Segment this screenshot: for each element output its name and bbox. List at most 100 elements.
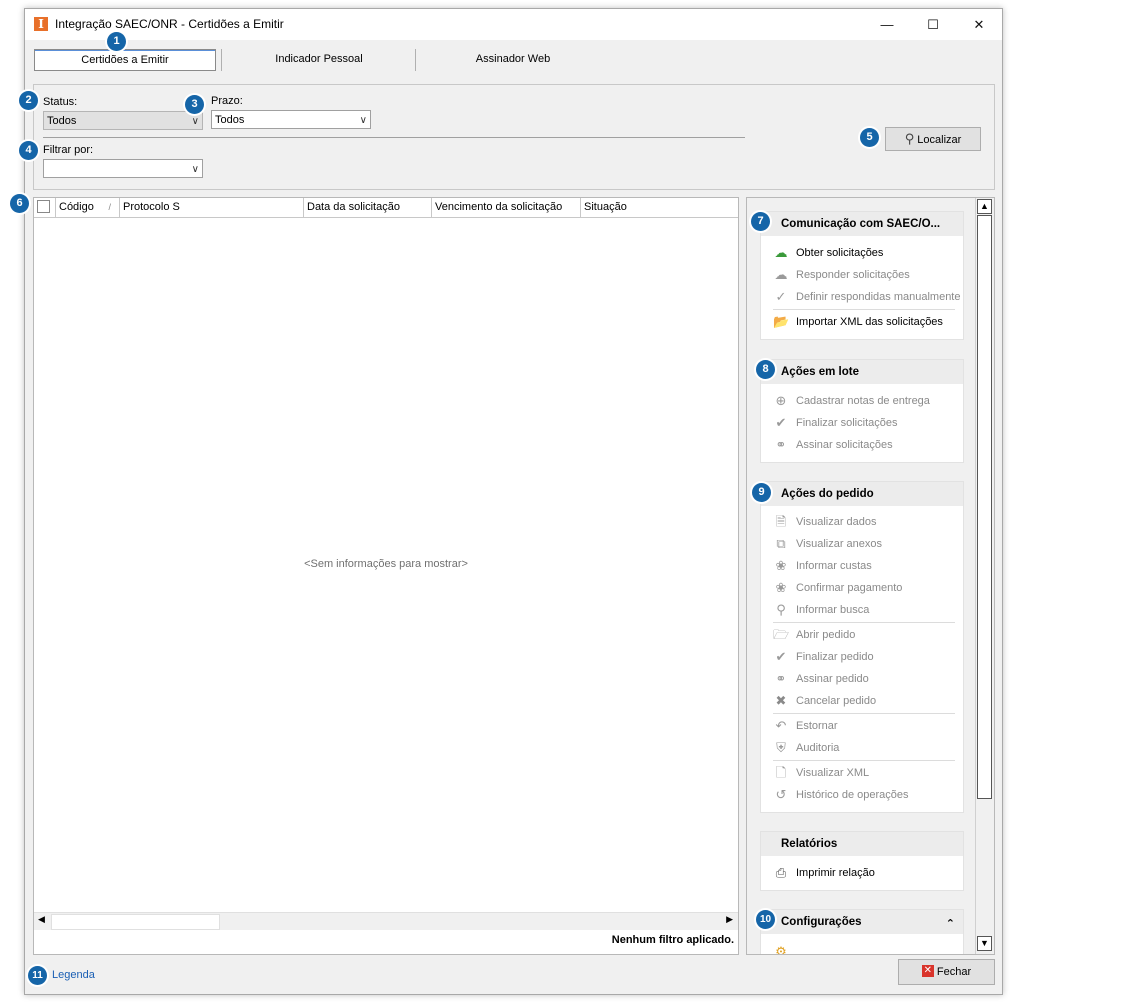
config-item-partial: ⚙ <box>761 934 963 954</box>
filtrar-select[interactable]: ∨ <box>43 159 203 178</box>
action-label: Informar busca <box>796 604 870 616</box>
filter-panel: Status: Todos ∨ Prazo: Todos ∨ Filtrar p… <box>33 84 995 190</box>
action-definir-respondidas[interactable]: ✓ Definir respondidas manualmente <box>761 286 963 308</box>
scroll-thumb[interactable] <box>977 215 992 799</box>
minimize-button[interactable]: — <box>864 9 910 40</box>
group-configuracoes-title[interactable]: Configurações ⌃ <box>761 910 963 934</box>
fechar-button[interactable]: ✕ Fechar <box>898 959 995 985</box>
window-title: Integração SAEC/ONR - Certidões a Emitir <box>55 17 284 31</box>
action-obter-solicitacoes[interactable]: ☁ Obter solicitações <box>761 242 963 264</box>
prazo-select[interactable]: Todos ∨ <box>211 110 371 129</box>
collapse-icon[interactable]: ⌃ <box>946 912 955 936</box>
close-window-button[interactable]: ✕ <box>956 9 1002 40</box>
x-circle-icon: ✖ <box>775 693 787 708</box>
action-label: Definir respondidas manualmente <box>796 291 961 303</box>
action-assinar-pedido[interactable]: ⚭ Assinar pedido <box>761 668 963 690</box>
action-label: Auditoria <box>796 742 840 754</box>
annotation-badge-11: 11 <box>28 966 47 985</box>
localizar-button[interactable]: ⚲ Localizar <box>885 127 981 151</box>
action-label: Assinar pedido <box>796 673 869 685</box>
action-visualizar-xml[interactable]: 🗋 Visualizar XML <box>761 762 963 784</box>
close-icon: ✕ <box>921 965 934 978</box>
group-acoes-lote-title[interactable]: Ações em lote <box>761 360 963 384</box>
action-label: Confirmar pagamento <box>796 582 903 594</box>
check-circle-icon: ✔ <box>775 415 787 430</box>
tab-certidoes-a-emitir[interactable]: Certidões a Emitir <box>34 49 216 71</box>
filter-status-text: Nenhum filtro aplicado. <box>611 934 734 946</box>
annotation-badge-7: 7 <box>751 212 770 231</box>
scroll-up-icon[interactable]: ▲ <box>977 199 992 214</box>
action-label: Finalizar solicitações <box>796 417 898 429</box>
scroll-left-icon[interactable]: ◀ <box>38 914 45 925</box>
select-all-checkbox[interactable] <box>37 199 50 213</box>
column-header-situacao[interactable]: Situação <box>581 198 738 217</box>
annotation-badge-5: 5 <box>860 128 879 147</box>
action-label: Cadastrar notas de entrega <box>796 395 930 407</box>
annotation-badge-4: 4 <box>19 141 38 160</box>
horizontal-scrollbar[interactable]: ◀ ▶ <box>34 912 738 930</box>
ribbon-icon: ⚭ <box>775 437 787 452</box>
fechar-label: Fechar <box>936 966 972 978</box>
status-select[interactable]: Todos ∨ <box>43 111 203 130</box>
title-bar: I Integração SAEC/ONR - Certidões a Emit… <box>25 9 1002 40</box>
action-abrir-pedido[interactable]: 🗁 Abrir pedido <box>761 624 963 646</box>
action-estornar[interactable]: ↶ Estornar <box>761 715 963 737</box>
action-auditoria[interactable]: ⛨ Auditoria <box>761 737 963 759</box>
attachments-icon: ⧉ <box>776 536 786 551</box>
scroll-thumb[interactable] <box>51 914 220 930</box>
action-visualizar-anexos[interactable]: ⧉ Visualizar anexos <box>761 533 963 555</box>
action-finalizar-pedido[interactable]: ✔ Finalizar pedido <box>761 646 963 668</box>
check-circle-icon: ✔ <box>775 649 787 664</box>
action-label: Estornar <box>796 720 838 732</box>
action-confirmar-pagamento[interactable]: ❀ Confirmar pagamento <box>761 577 963 599</box>
folder-open-icon: 🗁 <box>773 627 790 642</box>
filtrar-label: Filtrar por: <box>43 144 94 156</box>
shield-icon: ⛨ <box>776 740 786 755</box>
action-label: Informar custas <box>796 560 872 572</box>
main-window: I Integração SAEC/ONR - Certidões a Emit… <box>24 8 1003 995</box>
column-header-data-solicitacao[interactable]: Data da solicitação <box>304 198 432 217</box>
select-all-cell <box>34 198 56 217</box>
action-assinar-solicitacoes[interactable]: ⚭ Assinar solicitações <box>761 434 963 456</box>
xml-document-icon: 🗋 <box>775 765 787 780</box>
action-responder-solicitacoes[interactable]: ☁ Responder solicitações <box>761 264 963 286</box>
group-acoes-pedido-title[interactable]: Ações do pedido <box>761 482 963 506</box>
action-label: Finalizar pedido <box>796 651 874 663</box>
action-importar-xml[interactable]: 📂 Importar XML das solicitações <box>761 311 963 333</box>
action-historico-operacoes[interactable]: ↺ Histórico de operações <box>761 784 963 806</box>
tag-icon: ❀ <box>775 558 787 573</box>
scroll-down-icon[interactable]: ▼ <box>977 936 992 951</box>
action-cancelar-pedido[interactable]: ✖ Cancelar pedido <box>761 690 963 712</box>
action-imprimir-relacao[interactable]: ⎙ Imprimir relação <box>761 862 963 884</box>
tab-separator <box>415 49 416 71</box>
action-visualizar-dados[interactable]: 🗎 Visualizar dados <box>761 511 963 533</box>
annotation-badge-1: 1 <box>107 32 126 51</box>
legenda-link[interactable]: Legenda <box>52 969 95 981</box>
tab-assinador-web[interactable]: Assinador Web <box>417 49 609 69</box>
action-label: Obter solicitações <box>796 247 884 259</box>
action-informar-busca[interactable]: ⚲ Informar busca <box>761 599 963 621</box>
group-relatorios-title[interactable]: Relatórios <box>761 832 963 856</box>
cloud-upload-icon: ☁ <box>774 267 788 282</box>
localizar-label: Localizar <box>917 134 962 146</box>
action-label: Visualizar anexos <box>796 538 883 550</box>
group-comunicacao-title[interactable]: Comunicação com SAEC/O... <box>761 212 963 236</box>
chevron-down-icon: ∨ <box>191 164 199 175</box>
results-grid[interactable]: Código / Protocolo S Data da solicitação… <box>33 197 739 955</box>
action-label: Visualizar dados <box>796 516 877 528</box>
scroll-right-icon[interactable]: ▶ <box>726 914 733 925</box>
action-label: Cancelar pedido <box>796 695 877 707</box>
action-informar-custas[interactable]: ❀ Informar custas <box>761 555 963 577</box>
column-header-codigo[interactable]: Código / <box>56 198 120 217</box>
vertical-scrollbar[interactable]: ▲ ▼ <box>975 198 994 954</box>
action-label: Imprimir relação <box>796 867 875 879</box>
column-header-protocolo[interactable]: Protocolo S <box>120 198 304 217</box>
tab-indicador-pessoal[interactable]: Indicador Pessoal <box>225 49 413 69</box>
folder-import-icon: 📂 <box>773 314 790 329</box>
filter-divider <box>43 137 745 138</box>
action-cadastrar-notas[interactable]: ⊕ Cadastrar notas de entrega <box>761 390 963 412</box>
action-finalizar-solicitacoes[interactable]: ✔ Finalizar solicitações <box>761 412 963 434</box>
column-header-vencimento[interactable]: Vencimento da solicitação <box>432 198 581 217</box>
column-label: Código <box>59 201 94 213</box>
maximize-button[interactable]: ☐ <box>910 9 956 40</box>
